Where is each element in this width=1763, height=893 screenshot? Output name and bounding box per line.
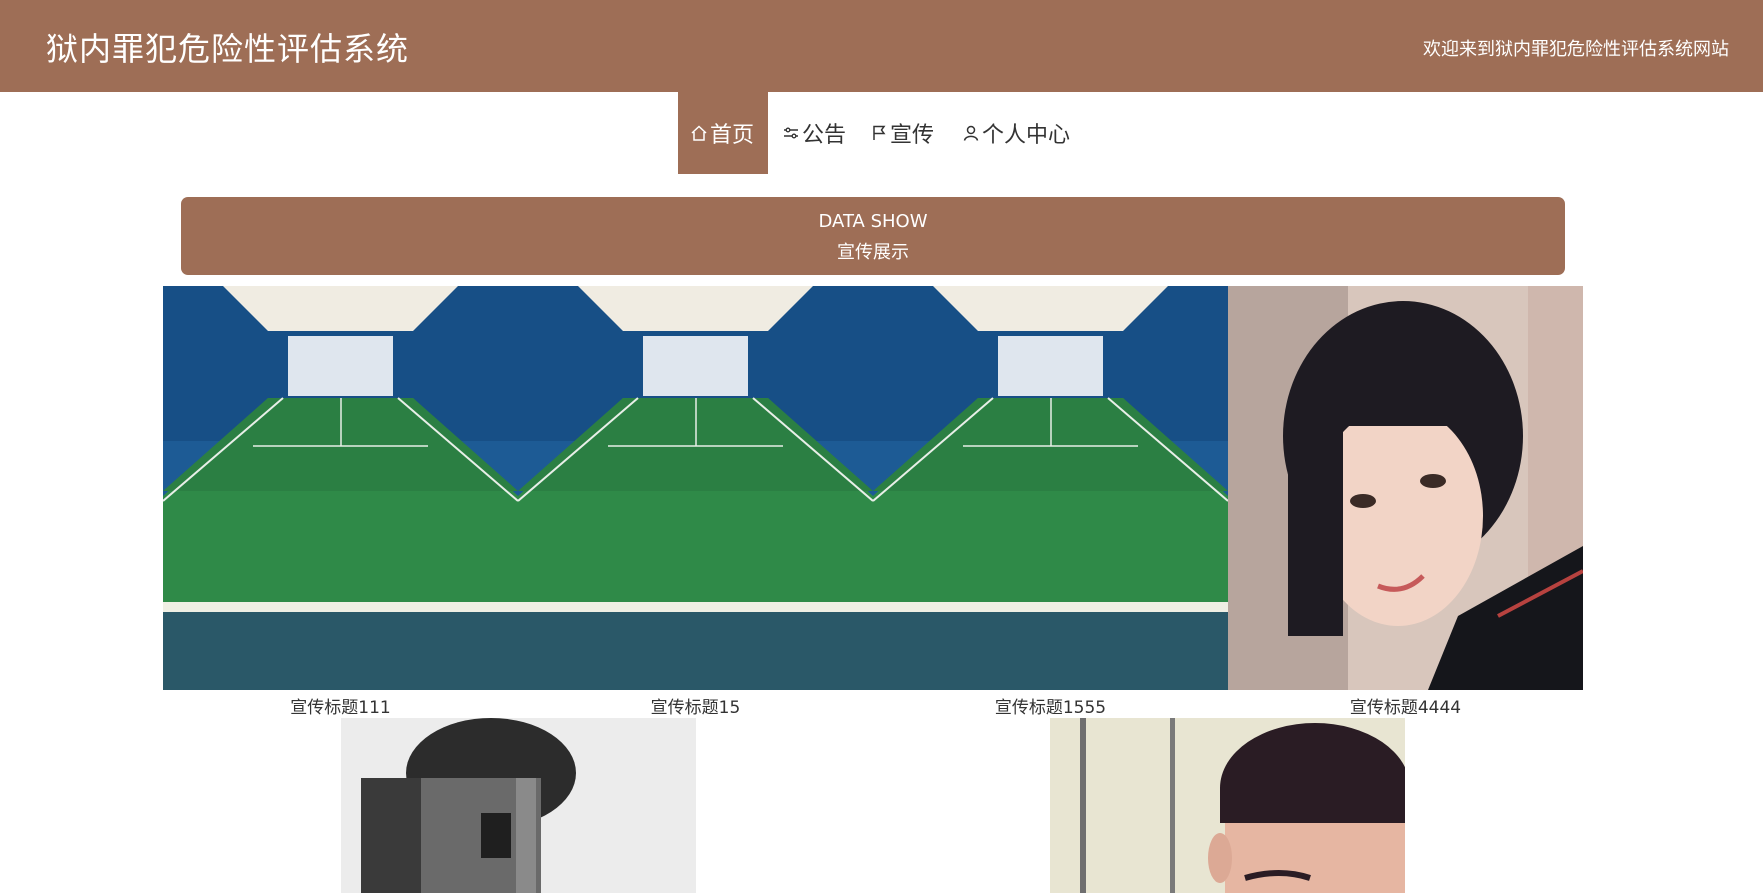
promo-card-title: 宣传标题111	[290, 698, 391, 718]
promo-card[interactable]: 宣传标题15	[518, 286, 873, 718]
promo-card-title: 宣传标题4444	[1349, 698, 1462, 718]
nav-item-label: 公告	[802, 123, 847, 148]
promo-card[interactable]	[341, 718, 696, 893]
nav-item-label: 个人中心	[982, 123, 1071, 148]
promo-card[interactable]: 宣传标题1555	[873, 286, 1228, 718]
nav-item-promo[interactable]: 宣传	[870, 92, 934, 174]
nav-item-notice[interactable]: 公告	[782, 92, 846, 174]
promo-card-title: 宣传标题1555	[994, 698, 1107, 718]
main-nav: 首页 公告 宣传 个人中心	[0, 92, 1763, 174]
section-banner: DATA SHOW 宣传展示	[181, 197, 1565, 275]
flag-icon	[873, 125, 886, 140]
nav-item-label: 宣传	[890, 123, 935, 148]
promo-card[interactable]: 宣传标题4444	[1228, 286, 1583, 718]
badminton-court-photo	[163, 286, 518, 690]
site-title: 狱内罪犯危险性评估系统	[46, 30, 410, 68]
home-icon	[691, 125, 707, 141]
section-title-en: DATA SHOW	[818, 211, 928, 232]
badminton-court-photo	[518, 286, 873, 690]
man-bw-portrait-photo	[341, 718, 696, 893]
promo-card-title: 宣传标题15	[650, 698, 741, 718]
section-title-cn: 宣传展示	[837, 242, 909, 263]
girl-portrait-photo	[1228, 286, 1583, 690]
nav-item-home[interactable]: 首页	[678, 92, 768, 174]
welcome-text: 欢迎来到狱内罪犯危险性评估系统网站	[1423, 39, 1729, 60]
sliders-icon	[784, 127, 798, 139]
nav-item-label: 首页	[710, 123, 755, 148]
header-bar: 狱内罪犯危险性评估系统 欢迎来到狱内罪犯危险性评估系统网站	[0, 0, 1763, 92]
boy-portrait-photo	[1050, 718, 1405, 893]
promo-card[interactable]	[1050, 718, 1405, 893]
nav-item-profile[interactable]: 个人中心	[962, 92, 1070, 174]
badminton-court-photo	[873, 286, 1228, 690]
promo-card[interactable]: 宣传标题111	[163, 286, 518, 718]
user-icon	[963, 125, 979, 141]
